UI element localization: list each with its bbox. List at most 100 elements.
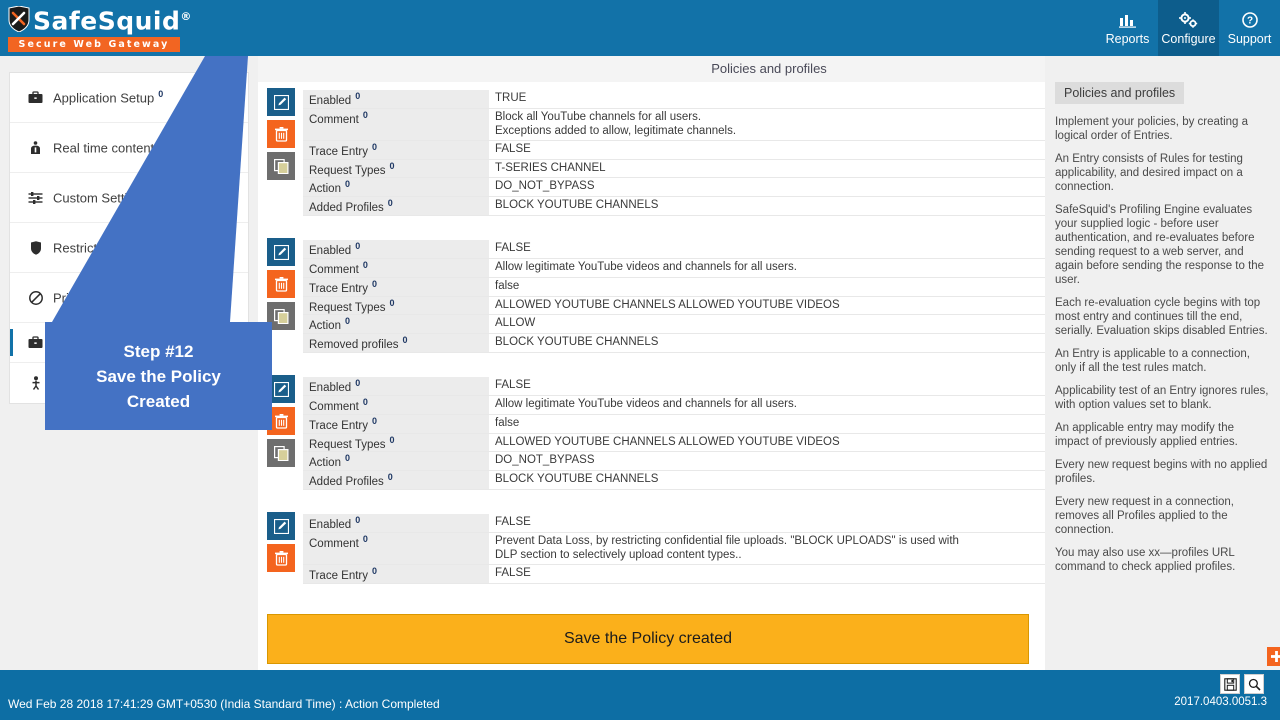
save-policy-button[interactable]: Save the Policy created xyxy=(267,614,1029,664)
field-label: Comment xyxy=(309,263,359,276)
edit-icon[interactable] xyxy=(267,238,295,267)
nav-label-reports: Reports xyxy=(1105,31,1150,46)
info-badge[interactable]: 0 xyxy=(388,472,393,482)
field-label: Request Types xyxy=(309,164,386,177)
sidebar-label-restriction-policies: Restriction Policies xyxy=(53,240,163,256)
info-badge[interactable]: 0 xyxy=(158,89,163,99)
no-entry-icon xyxy=(27,290,44,305)
nav-item-configure[interactable]: Configure xyxy=(1158,0,1219,56)
info-badge[interactable]: 0 xyxy=(152,189,157,199)
info-badge[interactable]: 0 xyxy=(355,91,360,101)
search-icon[interactable] xyxy=(1244,674,1264,694)
info-badge[interactable]: 0 xyxy=(207,139,212,149)
sidebar-item-privacy-control[interactable]: Privacy control 0 xyxy=(10,273,248,323)
briefcase-icon xyxy=(27,336,44,349)
callout-line-2: Save the Policy xyxy=(96,366,221,386)
info-badge[interactable]: 0 xyxy=(355,378,360,388)
callout-line-3: Created xyxy=(126,391,191,411)
help-circle-icon: ? xyxy=(1241,11,1258,30)
save-disk-icon[interactable] xyxy=(1220,674,1240,694)
help-paragraph: Implement your policies, by creating a l… xyxy=(1055,116,1249,142)
add-entry-button[interactable] xyxy=(1267,647,1280,666)
top-nav: Reports Configure ? Support xyxy=(1097,0,1280,56)
sidebar-label-application-setup: Application Setup xyxy=(53,90,155,106)
info-badge[interactable]: 0 xyxy=(388,198,393,208)
field-label: Removed profiles xyxy=(309,339,399,352)
nav-item-reports[interactable]: Reports xyxy=(1097,0,1158,56)
field-label: Comment xyxy=(309,113,359,126)
field-label: Added Profiles xyxy=(309,476,384,489)
info-badge[interactable]: 0 xyxy=(390,298,395,308)
info-badge[interactable]: 0 xyxy=(345,453,350,463)
info-badge[interactable]: 0 xyxy=(372,416,377,426)
sidebar-item-restriction-policies[interactable]: Restriction Policies 0 xyxy=(10,223,248,273)
entry-tools xyxy=(267,512,303,573)
field-label: Trace Entry xyxy=(309,569,369,582)
info-badge[interactable]: 0 xyxy=(402,335,407,345)
info-badge[interactable]: 0 xyxy=(363,534,368,544)
svg-text:?: ? xyxy=(1246,16,1252,27)
status-bar: Wed Feb 28 2018 17:41:29 GMT+0530 (India… xyxy=(0,670,1280,720)
help-paragraph: Every new request begins with no applied… xyxy=(1055,459,1268,485)
sidebar-label-custom-settings: Custom Settings xyxy=(53,190,149,206)
edit-icon[interactable] xyxy=(267,512,295,541)
version-label: 2017.0403.0051.3 xyxy=(1174,696,1267,708)
info-badge[interactable]: 0 xyxy=(355,241,360,251)
info-badge[interactable]: 0 xyxy=(390,435,395,445)
info-badge[interactable]: 0 xyxy=(345,179,350,189)
delete-icon[interactable] xyxy=(267,544,295,573)
help-paragraph: An applicable entry may modify the impac… xyxy=(1055,422,1238,448)
edit-icon[interactable] xyxy=(267,88,295,116)
copy-icon[interactable] xyxy=(267,439,295,468)
info-badge[interactable]: 0 xyxy=(363,260,368,270)
sliders-icon xyxy=(27,191,44,204)
field-label: Added Profiles xyxy=(309,202,384,215)
info-badge[interactable]: 0 xyxy=(363,397,368,407)
info-badge[interactable]: 0 xyxy=(372,279,377,289)
info-badge[interactable]: 0 xyxy=(363,110,368,120)
sidebar-item-application-setup[interactable]: Application Setup 0 xyxy=(10,73,248,123)
field-label: Enabled xyxy=(309,94,352,107)
brand-name: SafeSquid® xyxy=(33,6,192,36)
entry-tools xyxy=(267,88,303,180)
brand-logo[interactable]: SafeSquid® Secure Web Gateway xyxy=(4,2,191,54)
delete-icon[interactable] xyxy=(267,270,295,299)
footer-icon-group xyxy=(1220,674,1264,694)
nav-label-configure: Configure xyxy=(1161,31,1216,46)
field-label: Request Types xyxy=(309,438,386,451)
nav-label-support: Support xyxy=(1227,31,1272,46)
info-badge[interactable]: 0 xyxy=(372,566,377,576)
sidebar-item-real-time-content-security[interactable]: Real time content security 0 xyxy=(10,123,248,173)
help-paragraph: Every new request in a connection, remov… xyxy=(1055,496,1234,536)
info-badge[interactable]: 0 xyxy=(345,316,350,326)
shield-person-icon xyxy=(27,140,44,155)
sidebar-label-privacy-control: Privacy control xyxy=(53,290,139,306)
info-badge[interactable]: 0 xyxy=(167,239,172,249)
delete-icon[interactable] xyxy=(267,120,295,148)
info-badge[interactable]: 0 xyxy=(390,161,395,171)
field-label: Enabled xyxy=(309,518,352,531)
app-root: SafeSquid® Secure Web Gateway Reports Co… xyxy=(0,0,1280,720)
field-label: Action xyxy=(309,457,341,470)
field-label: Request Types xyxy=(309,301,386,314)
brand-tagline: Secure Web Gateway xyxy=(8,37,180,52)
sidebar-label-real-time-content-security: Real time content security xyxy=(53,140,203,156)
gears-icon xyxy=(1179,11,1198,30)
help-title: Policies and profiles xyxy=(1055,82,1185,104)
field-label: Trace Entry xyxy=(309,419,369,432)
sidebar-item-custom-settings[interactable]: Custom Settings 0 xyxy=(10,173,248,223)
shield-logo-icon xyxy=(8,6,30,32)
help-paragraph: SafeSquid's Profiling Engine evaluates y… xyxy=(1055,204,1265,286)
shield-icon xyxy=(27,240,44,255)
info-badge[interactable]: 0 xyxy=(372,142,377,152)
callout-step-note: Step #12 Save the Policy Created xyxy=(45,322,272,430)
help-paragraph: An Entry is applicable to a connection, … xyxy=(1055,348,1250,374)
copy-icon[interactable] xyxy=(267,152,295,180)
status-message: Wed Feb 28 2018 17:41:29 GMT+0530 (India… xyxy=(8,697,440,711)
info-badge[interactable]: 0 xyxy=(355,515,360,525)
info-badge[interactable]: 0 xyxy=(142,289,147,299)
help-paragraph: Applicability test of an Entry ignores r… xyxy=(1055,385,1269,411)
nav-item-support[interactable]: ? Support xyxy=(1219,0,1280,56)
help-panel: Policies and profiles Implement your pol… xyxy=(1045,56,1280,670)
field-label: Enabled xyxy=(309,381,352,394)
